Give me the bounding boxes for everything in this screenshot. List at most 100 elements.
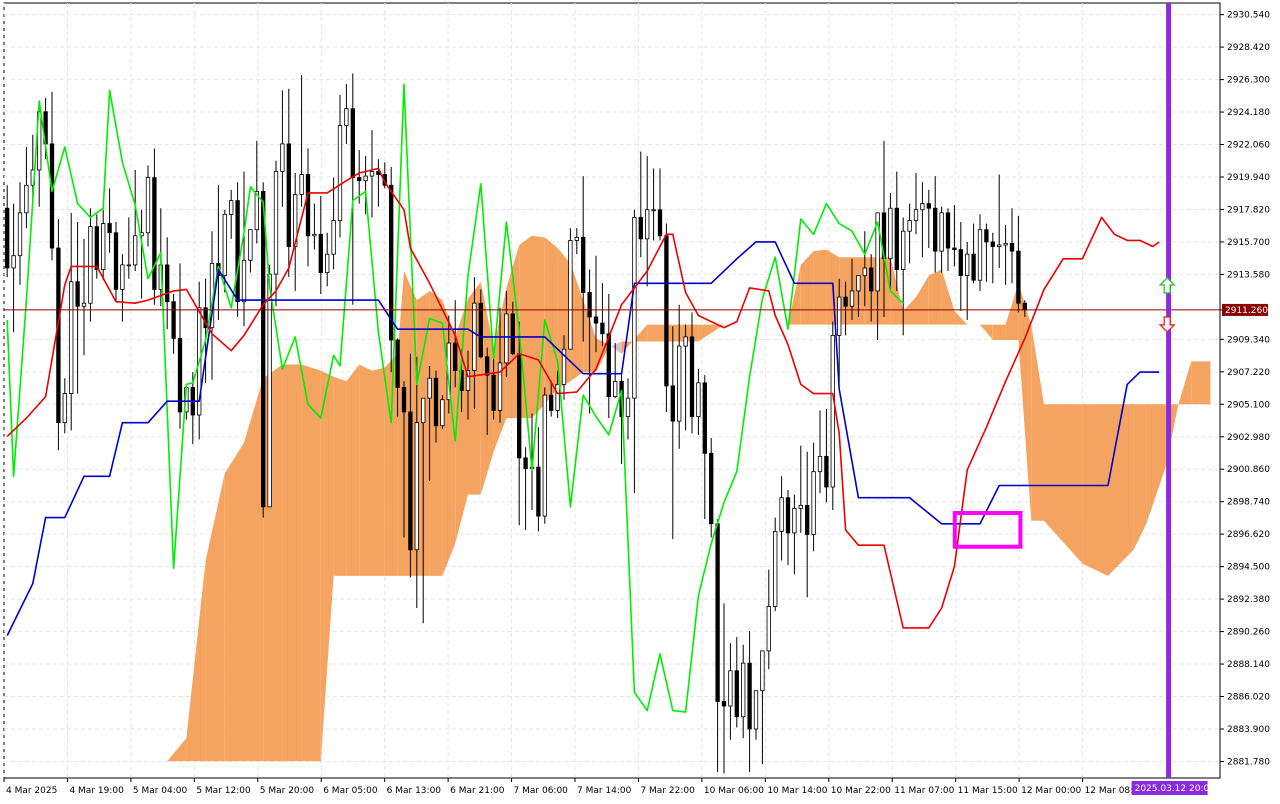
candle-body[interactable] (760, 650, 765, 692)
candle-body[interactable] (715, 523, 720, 702)
candle-body[interactable] (401, 387, 407, 413)
candle-body[interactable] (11, 255, 16, 269)
candle-body[interactable] (337, 125, 343, 221)
candle-body[interactable] (606, 333, 611, 398)
candle-body[interactable] (350, 108, 355, 179)
candle-body[interactable] (811, 471, 816, 535)
candle-body[interactable] (664, 235, 669, 387)
candle-body[interactable] (600, 322, 605, 335)
candle-body[interactable] (581, 236, 586, 293)
candle-body[interactable] (977, 229, 983, 281)
candlestick-series[interactable] (5, 73, 1027, 774)
candle-body[interactable] (248, 229, 253, 261)
candle-body[interactable] (677, 345, 682, 422)
candle-body[interactable] (747, 662, 752, 730)
candle-body[interactable] (593, 316, 599, 324)
candle-body[interactable] (568, 240, 573, 350)
candle-body[interactable] (856, 275, 861, 292)
candle-body[interactable] (888, 207, 893, 260)
candle-body[interactable] (165, 264, 170, 303)
candle-body[interactable] (312, 233, 317, 237)
candle-body[interactable] (824, 455, 829, 488)
candle-body[interactable] (101, 223, 106, 270)
candle-body[interactable] (549, 394, 554, 411)
candle-body[interactable] (536, 466, 541, 517)
candle-body[interactable] (702, 382, 707, 454)
candle-body[interactable] (318, 233, 323, 273)
candle-body[interactable] (638, 217, 643, 240)
candle-body[interactable] (632, 217, 637, 399)
candle-body[interactable] (88, 226, 93, 304)
candle-body[interactable] (1016, 250, 1021, 304)
candle-body[interactable] (24, 184, 29, 214)
candle-body[interactable] (657, 209, 663, 237)
candle-body[interactable] (62, 393, 67, 424)
candle-body[interactable] (427, 377, 432, 399)
candle-body[interactable] (517, 353, 522, 459)
candle-body[interactable] (229, 200, 234, 215)
candle-body[interactable] (734, 670, 739, 718)
candle-body[interactable] (440, 399, 445, 427)
candle-body[interactable] (971, 253, 976, 281)
candle-body[interactable] (683, 336, 688, 347)
candle-body[interactable] (241, 259, 247, 303)
candle-body[interactable] (990, 241, 995, 247)
candle-body[interactable] (766, 606, 771, 652)
candle-body[interactable] (17, 212, 23, 257)
candle-body[interactable] (286, 143, 291, 247)
candle-body[interactable] (280, 143, 285, 172)
candle-body[interactable] (5, 207, 10, 269)
candle-body[interactable] (741, 662, 746, 718)
candle-body[interactable] (357, 177, 362, 182)
candle-body[interactable] (613, 380, 618, 398)
candle-body[interactable] (894, 207, 899, 270)
candle-body[interactable] (862, 267, 867, 277)
candle-body[interactable] (485, 356, 490, 376)
candle-body[interactable] (299, 174, 304, 195)
candle-body[interactable] (1022, 302, 1027, 310)
candle-body[interactable] (56, 247, 61, 424)
candle-body[interactable] (798, 504, 803, 509)
candle-body[interactable] (926, 203, 931, 209)
candle-body[interactable] (94, 226, 99, 270)
candle-body[interactable] (107, 223, 112, 234)
candle-body[interactable] (651, 209, 656, 212)
candle-body[interactable] (504, 313, 509, 364)
candle-body[interactable] (645, 209, 650, 240)
candle-body[interactable] (267, 273, 272, 508)
candle-body[interactable] (670, 385, 675, 422)
candle-body[interactable] (421, 397, 426, 424)
candle-body[interactable] (933, 207, 938, 252)
candle-body[interactable] (113, 232, 119, 290)
candle-body[interactable] (126, 264, 131, 267)
candle-body[interactable] (945, 212, 951, 249)
candle-body[interactable] (984, 229, 989, 243)
candle-body[interactable] (785, 497, 791, 534)
candle-body[interactable] (574, 236, 579, 241)
candle-body[interactable] (779, 497, 784, 532)
candle-body[interactable] (523, 457, 528, 470)
candle-body[interactable] (965, 253, 970, 277)
candle-body[interactable] (273, 171, 279, 275)
candle-body[interactable] (145, 177, 151, 234)
candle-body[interactable] (305, 174, 311, 237)
candle-body[interactable] (408, 411, 413, 551)
candle-body[interactable] (913, 209, 919, 221)
candle-body[interactable] (453, 342, 458, 371)
candle-body[interactable] (81, 302, 87, 307)
candle-body[interactable] (689, 336, 695, 417)
candle-body[interactable] (587, 292, 592, 318)
candle-body[interactable] (510, 313, 515, 355)
candle-body[interactable] (555, 383, 560, 411)
candle-body[interactable] (472, 302, 477, 371)
candle-body[interactable] (830, 334, 835, 488)
candle-body[interactable] (773, 531, 778, 607)
candle-body[interactable] (849, 290, 855, 307)
candle-body[interactable] (235, 200, 240, 303)
candle-body[interactable] (69, 281, 74, 394)
candle-body[interactable] (414, 422, 419, 551)
candle-body[interactable] (817, 455, 823, 473)
candle-body[interactable] (958, 249, 963, 277)
candle-body[interactable] (753, 690, 759, 730)
candle-body[interactable] (952, 247, 957, 250)
